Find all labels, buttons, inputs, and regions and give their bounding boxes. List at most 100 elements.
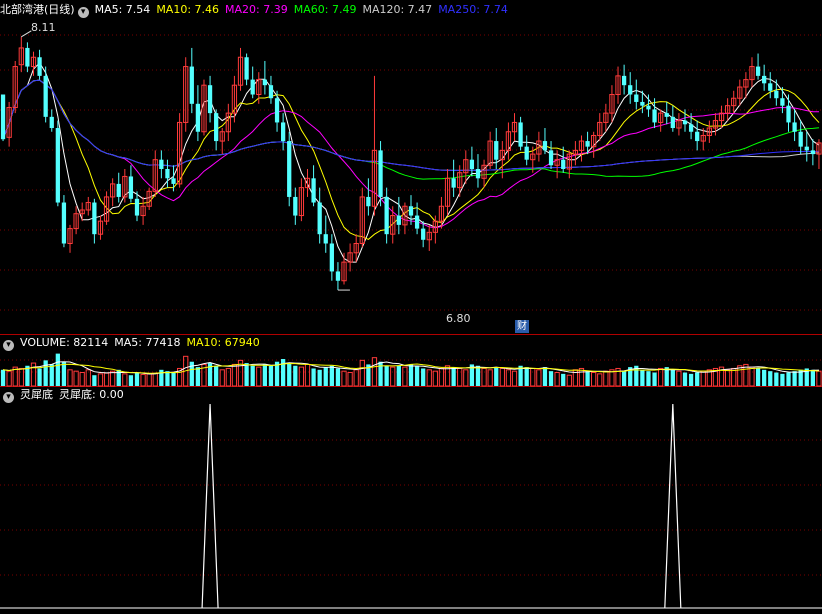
volume-bars — [0, 353, 822, 387]
volume-bar — [768, 371, 773, 386]
candle-body — [597, 121, 603, 136]
volume-bar — [37, 368, 42, 386]
candle-body — [79, 209, 85, 215]
candle-body — [134, 198, 140, 216]
volume-bar — [225, 367, 231, 387]
volume-bar — [244, 363, 249, 386]
volume-bar — [329, 365, 334, 386]
volume-bar — [116, 369, 121, 386]
volume-bar — [140, 374, 146, 387]
candle-body — [780, 98, 785, 106]
candle-body — [189, 66, 194, 104]
candle-body — [165, 169, 170, 179]
volume-bar — [408, 364, 414, 386]
candle-body — [311, 178, 316, 203]
volume-bar — [298, 366, 305, 387]
candle-body — [774, 90, 779, 99]
volume-ma5-line — [2, 361, 820, 375]
candle-body — [524, 146, 529, 160]
candle-body — [6, 107, 12, 138]
volume-bar — [511, 370, 518, 387]
candle-body — [621, 75, 627, 86]
volume-bar — [231, 363, 238, 387]
candle-body — [353, 243, 359, 254]
candle-body — [183, 66, 189, 123]
candle-body — [73, 213, 79, 230]
volume-bar — [737, 365, 743, 387]
candle-body — [463, 159, 469, 174]
event-badge[interactable]: 财 — [515, 320, 529, 333]
candle-body — [591, 134, 597, 148]
volume-bar — [378, 361, 383, 386]
chevron-down-icon[interactable]: ▾ — [3, 340, 14, 351]
candle-body — [481, 164, 487, 179]
candle-body — [469, 159, 475, 169]
candle-body — [792, 122, 797, 132]
volume-bar — [183, 355, 189, 387]
candle-body — [518, 122, 523, 147]
volume-bar — [688, 373, 694, 386]
volume-bar — [159, 369, 164, 386]
candle-body — [798, 131, 803, 147]
stock-name[interactable]: 北部湾港(日线) — [0, 3, 75, 16]
candle-body — [43, 75, 48, 117]
candle-body — [737, 86, 743, 99]
volume-bar — [609, 369, 615, 387]
candle-body — [37, 57, 42, 76]
candle-body — [640, 101, 645, 106]
volume-bar — [61, 361, 67, 386]
volume-bar — [73, 370, 79, 387]
volume-bar — [712, 367, 719, 387]
candle-body — [176, 121, 183, 185]
chevron-down-icon[interactable]: ▾ — [77, 7, 89, 18]
candle-body — [682, 120, 688, 125]
candle-body — [402, 205, 408, 226]
high-label: 8.11 — [31, 21, 56, 34]
volume-bar — [6, 370, 12, 387]
candle-body — [30, 56, 37, 68]
volume-bar — [195, 367, 201, 386]
candle-body — [274, 98, 280, 123]
volume-bar — [743, 363, 749, 387]
candle-body — [359, 196, 365, 244]
volume-bar — [585, 371, 590, 386]
volume-bar — [597, 373, 603, 387]
candle-body — [214, 113, 219, 142]
high-arrow-icon — [21, 30, 32, 38]
candle-body — [347, 252, 353, 263]
candle-body — [67, 228, 73, 245]
ma120-value: MA120: 7.47 — [362, 3, 433, 16]
candle-body — [116, 183, 121, 197]
candle-body — [293, 196, 298, 216]
volume-bar — [421, 368, 426, 386]
candle-body — [18, 47, 24, 66]
volume-bar — [469, 364, 475, 386]
volume-bar — [676, 370, 682, 387]
candle-body — [262, 79, 267, 86]
candle-body — [444, 177, 451, 207]
volume-bar — [695, 372, 700, 386]
candle-body — [810, 150, 815, 155]
volume-bar — [755, 368, 761, 386]
candle-body — [55, 128, 60, 203]
volume-bar — [798, 369, 803, 386]
volume-bar — [762, 369, 767, 386]
volume-bar — [317, 369, 322, 386]
volume-bar — [85, 369, 91, 387]
annotations — [21, 30, 350, 291]
moving-average-lines — [2, 61, 820, 263]
candle-body — [706, 127, 712, 136]
volume-bar — [268, 365, 274, 386]
chevron-down-icon[interactable]: ▾ — [3, 392, 14, 403]
volume-bar — [237, 359, 244, 387]
ma60-value: MA60: 7.49 — [293, 3, 357, 16]
candle-body — [561, 159, 566, 169]
volume-bar — [451, 367, 456, 386]
volume-bar — [384, 365, 389, 386]
candle-body — [664, 113, 669, 117]
candle-body — [718, 112, 725, 122]
volume-bar — [494, 367, 499, 386]
volume-ma10-line — [2, 362, 820, 374]
volume-bar — [171, 372, 176, 386]
candle-body — [755, 66, 761, 76]
